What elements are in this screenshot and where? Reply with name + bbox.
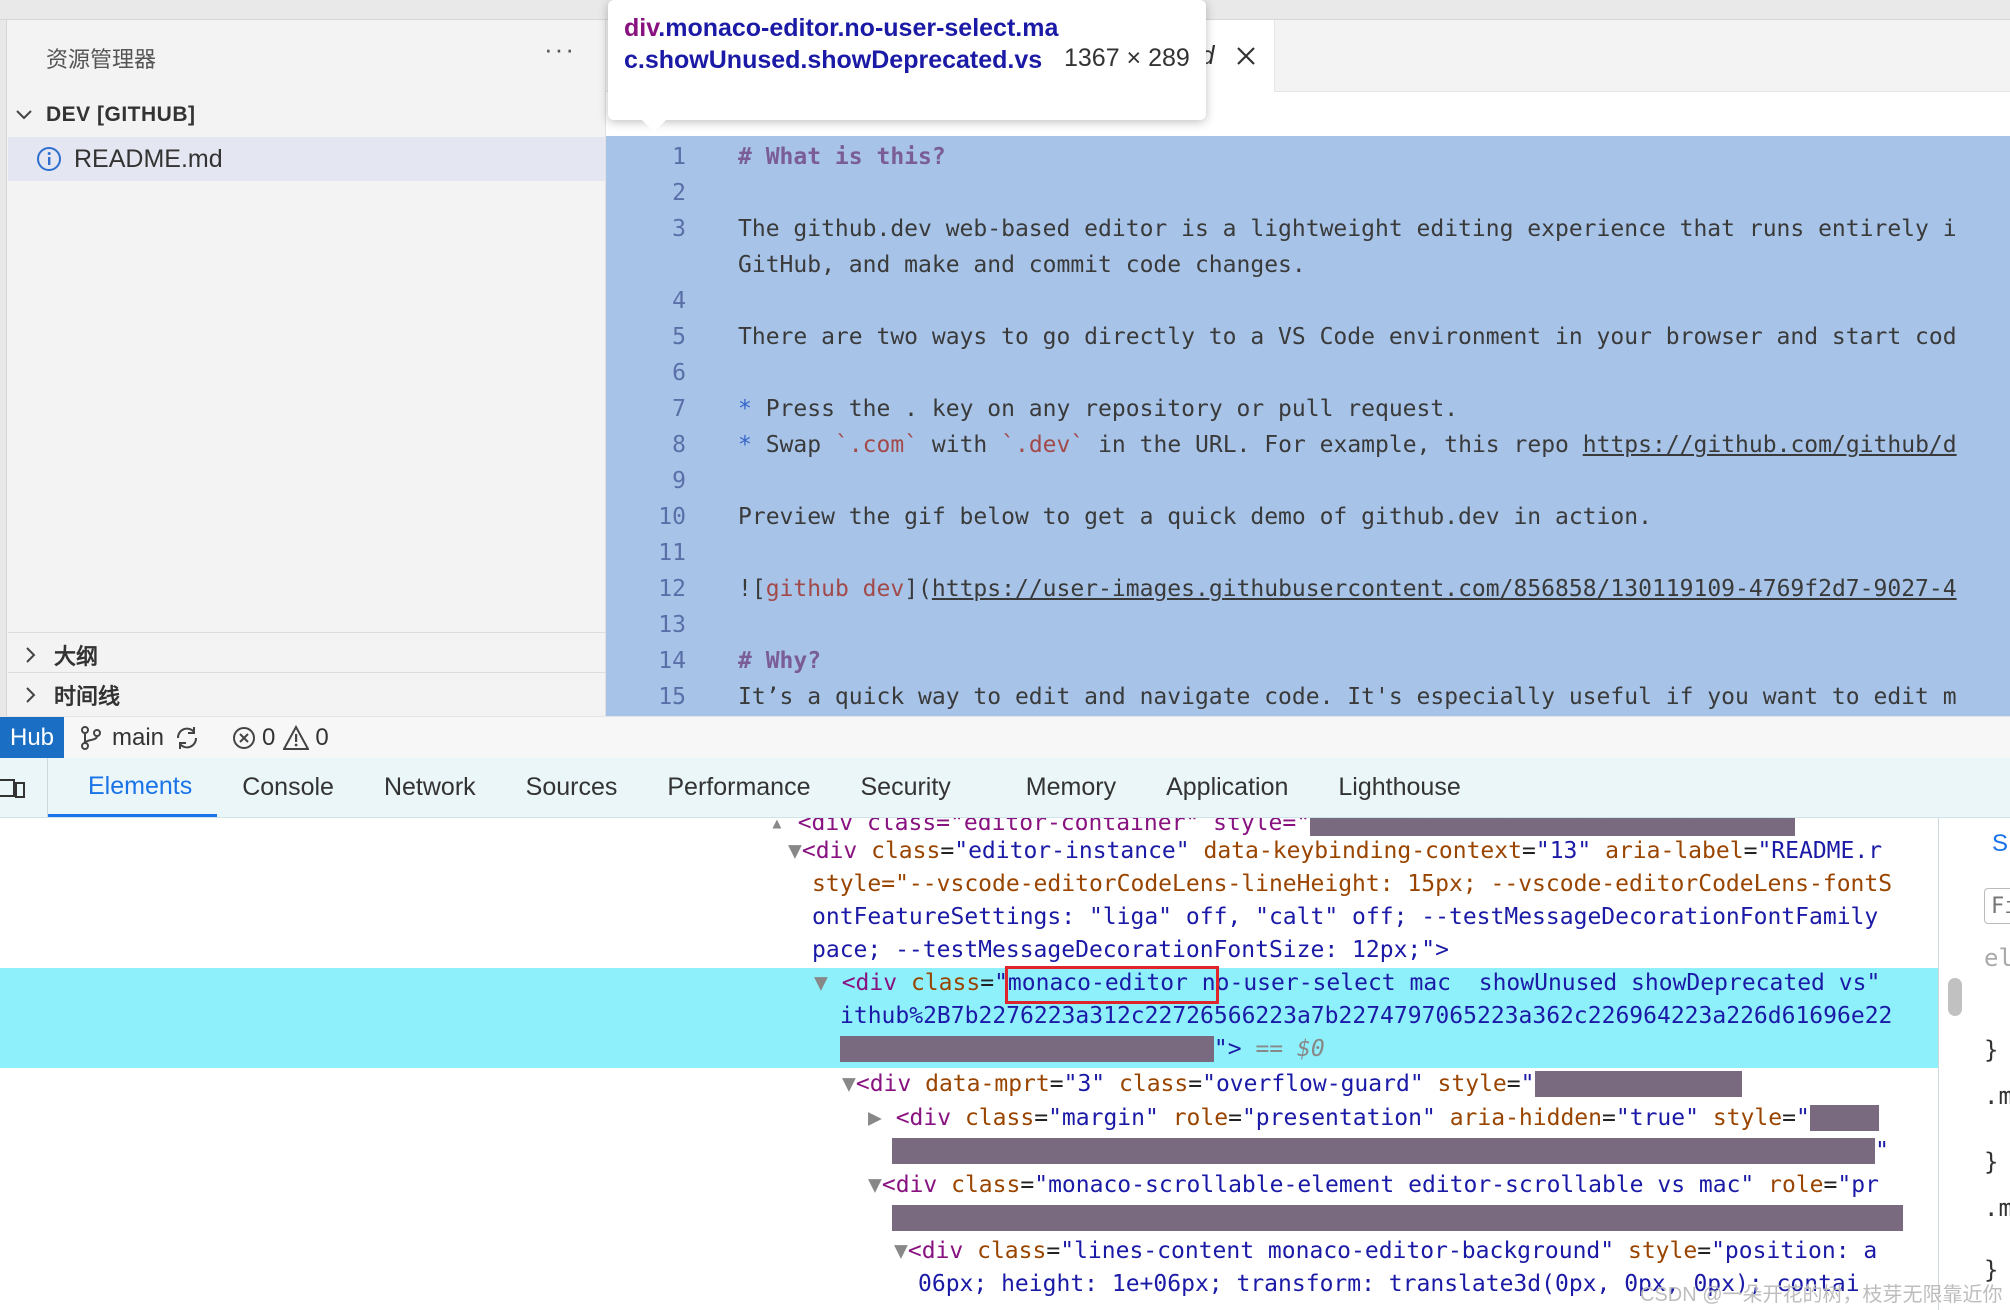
- status-bar: Hub main 0 0: [0, 716, 2010, 759]
- tooltip-size: 1367 × 289: [1064, 44, 1190, 72]
- code-line[interactable]: * Press the . key on any repository or p…: [738, 396, 1458, 422]
- tooltip-selector: div.monaco-editor.no-user-select.mac.sho…: [624, 14, 1059, 74]
- line-number: 9: [672, 468, 686, 494]
- sidebar-section-label: 大纲: [54, 643, 99, 669]
- problems-errors[interactable]: 0: [232, 724, 275, 752]
- tab-memory[interactable]: Memory: [1001, 758, 1141, 817]
- chevron-right-icon: [26, 646, 36, 663]
- dom-scrollbar-thumb[interactable]: [1948, 978, 1962, 1016]
- annotation-red-box: [1005, 966, 1219, 1004]
- error-count: 0: [262, 723, 276, 751]
- dom-attr-style: pace; --testMessageDecorationFontSize: 1…: [812, 937, 1449, 963]
- file-item-readme[interactable]: README.md: [8, 137, 605, 181]
- sync-icon[interactable]: [174, 725, 200, 751]
- dom-node-monaco-editor[interactable]: ▼ <div class="monaco-editor no-user-sele…: [814, 970, 1880, 996]
- styles-rule: .m: [1984, 1082, 2010, 1110]
- line-number: 4: [672, 288, 686, 314]
- tab-console[interactable]: Console: [217, 758, 359, 817]
- line-number: 1: [672, 144, 686, 170]
- dom-node-overflow-guard[interactable]: ▼<div data-mprt="3" class="overflow-guar…: [842, 1071, 1743, 1097]
- line-number: 2: [672, 180, 686, 206]
- code-line[interactable]: # Why?: [738, 648, 821, 674]
- remote-indicator[interactable]: Hub: [0, 716, 64, 759]
- code-line[interactable]: It’s a quick way to edit and navigate co…: [738, 684, 1957, 710]
- sidebar-section-outline[interactable]: 大纲: [8, 632, 605, 676]
- git-branch-icon: [81, 725, 101, 750]
- warning-count: 0: [315, 723, 329, 751]
- explorer-title: 资源管理器: [46, 47, 157, 72]
- tab-security[interactable]: Security: [835, 758, 1000, 817]
- dom-tree[interactable]: ▴ <div class="editor-container" style="X…: [0, 818, 1938, 1310]
- dom-attr-data: ithub%2B7b2276223a312c22726566223a7b2274…: [840, 1003, 1893, 1029]
- sidebar-section-label: 时间线: [54, 683, 121, 709]
- more-actions-button[interactable]: ···: [544, 34, 576, 65]
- tab-lighthouse[interactable]: Lighthouse: [1313, 758, 1485, 817]
- code-line[interactable]: The github.dev web-based editor is a lig…: [738, 216, 1957, 242]
- code-editor[interactable]: 1 # What is this? 2 3 The github.dev web-bas…: [606, 136, 2010, 716]
- line-number: 11: [658, 540, 686, 566]
- dom-attr-style: ontFeatureSettings: "liga" off, "calt" o…: [812, 904, 1879, 930]
- code-line[interactable]: * Swap `.com` with `.dev` in the URL. Fo…: [738, 432, 1957, 458]
- line-number: 13: [658, 612, 686, 638]
- styles-filter-input[interactable]: [1984, 888, 2010, 924]
- device-toolbar-toggle[interactable]: [0, 758, 48, 817]
- code-line[interactable]: # What is this?: [738, 144, 946, 170]
- line-number: 5: [672, 324, 686, 350]
- close-icon[interactable]: [1234, 44, 1258, 68]
- styles-rule: }: [1984, 1148, 1999, 1176]
- tab-application[interactable]: Application: [1141, 758, 1313, 817]
- line-number: 10: [658, 504, 686, 530]
- device-icon: [0, 778, 25, 798]
- chevron-down-icon: [16, 110, 32, 120]
- dom-attr-end: XXXXXXXXXXXXXXXXXXXXXXXXXXX"> == $0: [840, 1036, 1325, 1062]
- line-number: 8: [672, 432, 686, 458]
- branch-name: main: [112, 723, 165, 751]
- styles-rule: el: [1984, 944, 2010, 972]
- styles-rule: .m: [1984, 1194, 2010, 1222]
- dom-node-scrollable-element[interactable]: ▼<div class="monaco-scrollable-element e…: [868, 1172, 1879, 1198]
- dom-node-lines-content[interactable]: ▼<div class="lines-content monaco-editor…: [894, 1238, 1877, 1264]
- problems-warnings[interactable]: 0: [283, 723, 329, 752]
- code-line[interactable]: GitHub, and make and commit code changes…: [738, 252, 1306, 278]
- info-icon: [37, 147, 61, 171]
- styles-tab[interactable]: S: [1992, 830, 2008, 858]
- code-line[interactable]: There are two ways to go directly to a V…: [738, 324, 1957, 350]
- line-number: 6: [672, 360, 686, 386]
- tab-network[interactable]: Network: [359, 758, 501, 817]
- file-item-label: README.md: [74, 144, 223, 173]
- line-number: 7: [672, 396, 686, 422]
- line-number: 3: [672, 216, 686, 242]
- dom-attr-redacted: XXXXXXXXXXXXXXXXXXXXXXXXXXXXXXXXXXXXXXXX…: [892, 1205, 1903, 1231]
- branch-indicator[interactable]: main: [78, 724, 164, 752]
- warning-icon: [283, 724, 310, 750]
- watermark: CSDN @一朵开花的树，枝芽无限靠近你: [1640, 1284, 2003, 1306]
- tab-elements[interactable]: Elements: [48, 758, 218, 817]
- dom-node-editor-container[interactable]: ▴ <div class="editor-container" style="X…: [770, 818, 1795, 836]
- dom-node-margin[interactable]: ▶ <div class="margin" role="presentation…: [868, 1105, 1880, 1131]
- workspace-folder-label: DEV [GITHUB]: [46, 103, 196, 126]
- line-number: 15: [658, 684, 686, 710]
- code-line[interactable]: Preview the gif below to get a quick dem…: [738, 504, 1652, 530]
- line-number: 14: [658, 648, 686, 674]
- styles-rule: }: [1984, 1036, 1999, 1064]
- tooltip-arrow: [640, 118, 668, 132]
- error-icon: [233, 726, 256, 749]
- inspect-tooltip: div.monaco-editor.no-user-select.mac.sho…: [608, 0, 1206, 120]
- chevron-right-icon: [26, 686, 36, 703]
- sidebar-section-timeline[interactable]: 时间线: [8, 672, 605, 716]
- dom-node-editor-instance[interactable]: ▼<div class="editor-instance" data-keybi…: [788, 838, 1882, 864]
- activity-bar-edge: [0, 0, 7, 716]
- dom-attr-redacted: XXXXXXXXXXXXXXXXXXXXXXXXXXXXXXXXXXXXXXXX…: [892, 1138, 1890, 1164]
- devtools-tab-bar: Elements Console Network Sources Perform…: [0, 758, 2010, 818]
- workspace-folder-header[interactable]: DEV [GITHUB]: [14, 98, 196, 132]
- code-line[interactable]: ![github dev](https://user-images.github…: [738, 576, 1957, 602]
- line-number: 12: [658, 576, 686, 602]
- tab-sources[interactable]: Sources: [501, 758, 643, 817]
- tab-performance[interactable]: Performance: [642, 758, 835, 817]
- dom-attr-style: style="--vscode-editorCodeLens-lineHeigh…: [812, 871, 1893, 897]
- explorer-sidebar: 资源管理器 ··· DEV [GITHUB] README.md 大纲 时间线: [0, 0, 606, 716]
